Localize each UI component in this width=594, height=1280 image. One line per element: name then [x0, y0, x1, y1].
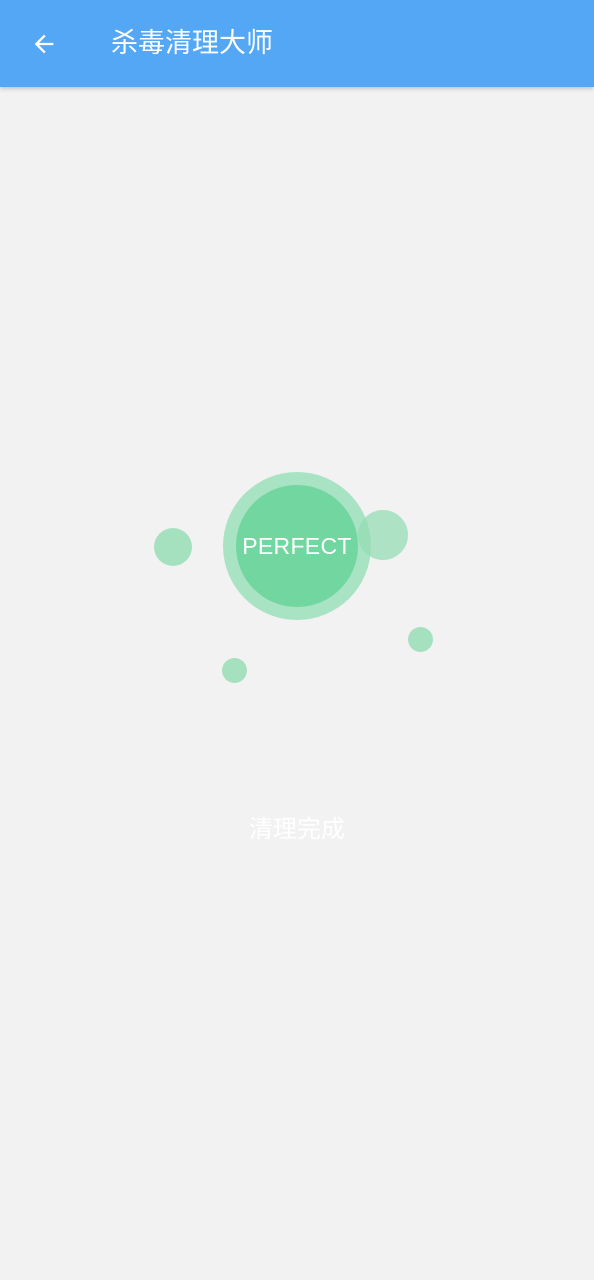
app-screen: 杀毒清理大师 PERFECT 清理完成 — [0, 0, 594, 1280]
clean-status-text: 清理完成 — [249, 815, 345, 843]
back-button[interactable] — [18, 18, 70, 70]
result-circle-inner: PERFECT — [236, 485, 358, 607]
top-app-bar: 杀毒清理大师 — [0, 0, 594, 87]
decorative-bubble — [408, 627, 433, 652]
decorative-bubble — [154, 528, 192, 566]
arrow-left-icon — [34, 34, 54, 54]
decorative-bubble — [222, 658, 247, 683]
page-title: 杀毒清理大师 — [111, 28, 273, 59]
result-badge-text: PERFECT — [242, 532, 352, 559]
clean-result-area: PERFECT 清理完成 — [0, 87, 594, 1280]
decorative-bubble — [358, 510, 408, 560]
result-circle-outer: PERFECT — [223, 472, 371, 620]
